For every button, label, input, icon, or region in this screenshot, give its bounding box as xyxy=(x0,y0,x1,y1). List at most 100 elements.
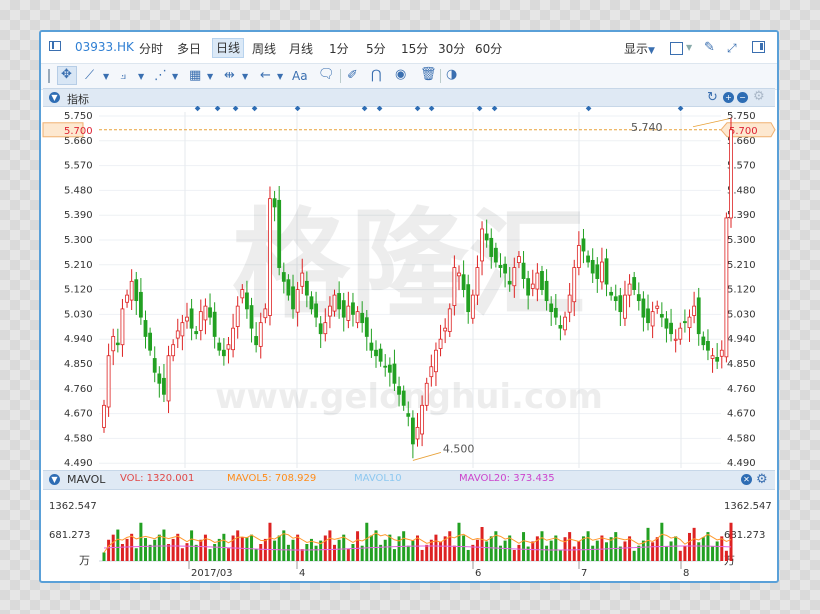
comment-tool-icon[interactable]: 🗨 xyxy=(318,67,335,83)
volume-chart[interactable]: 1362.5471362.547681.273681.273万万2017/034… xyxy=(41,488,777,583)
candle-body xyxy=(701,336,706,346)
candle-body xyxy=(263,308,268,319)
period-weekly[interactable]: 周线 xyxy=(252,40,276,57)
candle-body xyxy=(295,289,300,313)
candle-body xyxy=(392,363,397,384)
y-tick-left: 5.030 xyxy=(64,309,93,320)
volume-bar xyxy=(107,539,111,561)
caret-down-icon: ▼ xyxy=(138,72,145,81)
current-price-left: 5.700 xyxy=(64,126,93,137)
zoom-out-icon[interactable]: − xyxy=(737,92,748,103)
candle-body xyxy=(512,267,517,287)
candle-body xyxy=(706,341,710,351)
volume-bar xyxy=(356,531,360,561)
candle-body xyxy=(692,305,697,316)
volume-bar xyxy=(720,536,724,561)
volume-bar xyxy=(586,531,590,561)
candle-body xyxy=(157,373,162,384)
line-tool-icon[interactable]: ⟋ xyxy=(85,68,94,84)
candle-body xyxy=(664,318,669,329)
fibonacci-tool-icon[interactable]: ▦ xyxy=(189,68,201,84)
trash-icon[interactable]: 🗑 xyxy=(420,67,437,83)
close-panel-icon[interactable]: ✕ xyxy=(741,474,752,485)
caret-down-icon: ▼ xyxy=(686,43,693,52)
candle-body xyxy=(673,338,678,341)
volume-header: ▼ MAVOL VOL: 1320.001 MAVOL5: 708.929 MA… xyxy=(43,470,775,490)
event-marker xyxy=(194,106,201,112)
event-marker xyxy=(585,106,592,112)
candle-body xyxy=(360,312,365,324)
candle-body xyxy=(493,247,498,263)
magnet-icon[interactable]: ⋂ xyxy=(371,68,382,84)
wave-tool-icon[interactable]: ⋰ xyxy=(154,68,167,84)
crosshair-tool[interactable]: ✥ xyxy=(57,66,77,85)
text-tool-icon[interactable]: Aa xyxy=(292,68,308,84)
candle-body xyxy=(291,286,295,310)
y-tick-right: 5.030 xyxy=(727,309,756,320)
fullscreen-icon[interactable]: ⤢ xyxy=(727,40,737,56)
panel-layout-icon[interactable] xyxy=(752,41,765,53)
display-menu[interactable]: 显示▼ xyxy=(624,40,655,57)
display-label: 显示 xyxy=(624,42,649,56)
volume-bar xyxy=(439,541,443,561)
period-monthly[interactable]: 月线 xyxy=(289,40,313,57)
volume-bar xyxy=(273,540,277,561)
mavol20-value: MAVOL20: 373.435 xyxy=(459,473,555,484)
period-60min[interactable]: 60分 xyxy=(475,40,502,57)
collapse-icon[interactable]: ▼ xyxy=(49,474,60,485)
period-daily[interactable]: 日线 xyxy=(212,38,245,58)
period-5min[interactable]: 5分 xyxy=(366,40,386,57)
volume-bar xyxy=(678,550,682,561)
settings-icon[interactable]: ⚙ xyxy=(756,472,768,488)
collapse-icon[interactable]: ▼ xyxy=(49,92,60,103)
eye-icon[interactable]: ◉ xyxy=(395,67,406,83)
refresh-icon[interactable]: ↻ xyxy=(707,90,718,106)
arrow-tool-icon[interactable]: ← xyxy=(260,68,271,84)
y-tick-right: 4.580 xyxy=(727,433,756,444)
candle-body xyxy=(600,261,604,283)
ticker-symbol[interactable]: 03933.HK xyxy=(75,40,134,54)
candle-body xyxy=(249,305,254,329)
square-select-icon[interactable] xyxy=(670,42,683,55)
compare-icon[interactable]: ◑ xyxy=(446,67,457,83)
vol-unit-left: 万 xyxy=(79,554,90,567)
volume-bar xyxy=(171,538,175,561)
candle-body xyxy=(659,313,664,318)
volume-bar xyxy=(591,545,595,561)
period-1min[interactable]: 1分 xyxy=(329,40,349,57)
volume-bar xyxy=(646,527,650,561)
period-30min[interactable]: 30分 xyxy=(438,40,465,57)
volume-bar xyxy=(688,532,692,561)
volume-bar xyxy=(333,544,337,561)
measure-tool-icon[interactable]: ⇹ xyxy=(224,68,235,84)
volume-bar xyxy=(254,549,258,561)
candle-body xyxy=(710,355,715,359)
chart-window: 03933.HK 分时 多日 日线 周线 月线 1分 5分 15分 30分 60… xyxy=(39,30,779,583)
volume-bar xyxy=(531,541,535,561)
candle-body xyxy=(526,278,531,296)
drawing-toolbar: ✥ ⟋ ▼ ⟓ ▼ ⋰ ▼ ▦ ▼ ⇹ ▼ ← ▼ Aa 🗨 ✐ ⋂ ◉ 🗑 ◑ xyxy=(41,63,777,90)
volume-bar xyxy=(549,540,553,561)
period-15min[interactable]: 15分 xyxy=(401,40,428,57)
period-intraday[interactable]: 分时 xyxy=(139,40,163,57)
channel-tool-icon[interactable]: ⟓ xyxy=(120,68,126,84)
period-multiday[interactable]: 多日 xyxy=(177,40,201,57)
volume-bar xyxy=(374,530,378,561)
candle-body xyxy=(355,311,360,324)
zoom-in-icon[interactable]: + xyxy=(723,92,734,103)
volume-bar xyxy=(268,522,272,561)
pen-icon[interactable]: ✎ xyxy=(704,40,715,56)
high-callout-line xyxy=(692,118,730,128)
volume-bar xyxy=(139,522,143,561)
candle-body xyxy=(281,272,286,282)
price-chart[interactable]: 5.750 5.7505.660 5.6605.570 5.5705.480 5.480… xyxy=(41,106,777,470)
sidebar-toggle-icon[interactable] xyxy=(49,41,61,51)
volume-bar xyxy=(429,539,433,561)
candle-body xyxy=(268,198,272,316)
eraser-icon[interactable]: ✐ xyxy=(347,68,358,84)
settings-icon[interactable]: ⚙ xyxy=(753,89,765,105)
volume-bar xyxy=(651,542,655,561)
event-marker xyxy=(476,106,483,112)
candle-body xyxy=(369,342,374,351)
volume-bar xyxy=(526,546,530,561)
